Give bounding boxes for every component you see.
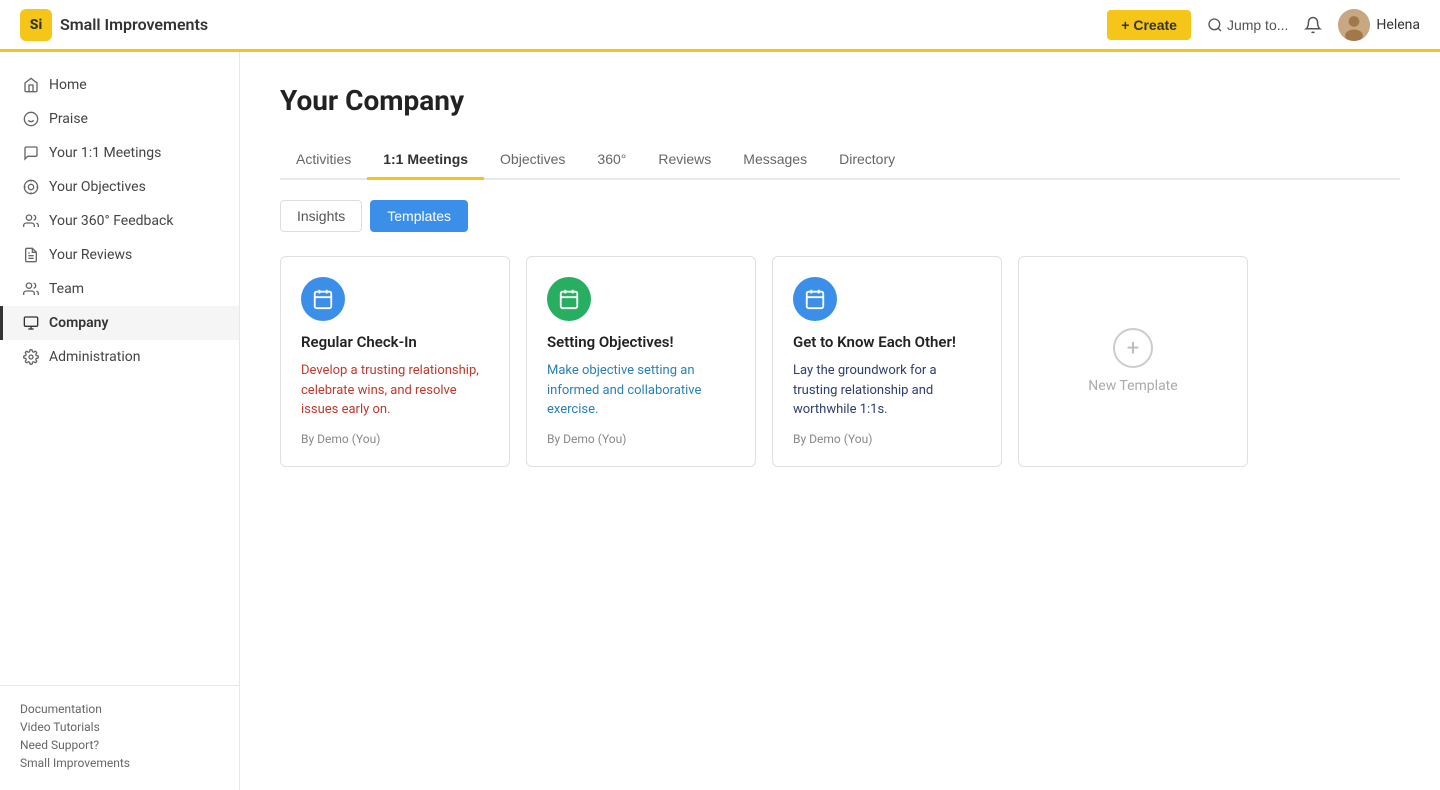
card-title: Regular Check-In: [301, 333, 489, 351]
objectives-icon: [23, 179, 39, 195]
si-footer-link[interactable]: Small Improvements: [20, 756, 219, 770]
top-navigation: Si Small Improvements + Create Jump to..…: [0, 0, 1440, 52]
card-icon: [301, 277, 345, 321]
app-name: Small Improvements: [60, 15, 208, 34]
sidebar-item-meetings[interactable]: Your 1:1 Meetings: [0, 136, 239, 170]
tab-meetings[interactable]: 1:1 Meetings: [367, 141, 484, 180]
card-title: Setting Objectives!: [547, 333, 735, 351]
topnav-right: + Create Jump to... Helena: [1107, 9, 1420, 41]
card-author: By Demo (You): [547, 432, 735, 446]
top-tabs: Activities 1:1 Meetings Objectives 360° …: [280, 141, 1400, 180]
user-name: Helena: [1376, 17, 1420, 33]
card-description: Lay the groundwork for a trusting relati…: [793, 361, 981, 420]
search-icon: [1207, 17, 1223, 33]
tab-360[interactable]: 360°: [581, 141, 642, 180]
bell-icon: [1304, 16, 1322, 34]
feedback-icon: [23, 213, 39, 229]
meetings-icon: [23, 145, 39, 161]
card-icon-wrap: [301, 277, 489, 321]
company-icon: [23, 315, 39, 331]
card-icon-wrap: [793, 277, 981, 321]
card-icon-wrap: [547, 277, 735, 321]
sidebar-item-home[interactable]: Home: [0, 68, 239, 102]
avatar: [1338, 9, 1370, 41]
video-link[interactable]: Video Tutorials: [20, 720, 219, 734]
subtab-templates[interactable]: Templates: [370, 200, 468, 232]
card-icon: [793, 277, 837, 321]
template-card-setting-objectives[interactable]: Setting Objectives! Make objective setti…: [526, 256, 756, 467]
support-link[interactable]: Need Support?: [20, 738, 219, 752]
main-layout: Home Praise Your 1:1 Meetings Your Objec…: [0, 52, 1440, 790]
card-author: By Demo (You): [793, 432, 981, 446]
sidebar-item-feedback[interactable]: Your 360° Feedback: [0, 204, 239, 238]
jump-to-button[interactable]: Jump to...: [1207, 17, 1288, 33]
sidebar: Home Praise Your 1:1 Meetings Your Objec…: [0, 52, 240, 790]
card-description: Make objective setting an informed and c…: [547, 361, 735, 420]
user-menu[interactable]: Helena: [1338, 9, 1420, 41]
card-title: Get to Know Each Other!: [793, 333, 981, 351]
sidebar-item-company[interactable]: Company: [0, 306, 239, 340]
template-card-regular-checkin[interactable]: Regular Check-In Develop a trusting rela…: [280, 256, 510, 467]
sidebar-nav: Home Praise Your 1:1 Meetings Your Objec…: [0, 52, 239, 390]
tab-directory[interactable]: Directory: [823, 141, 911, 180]
know-card-icon: [804, 288, 826, 310]
objectives-card-icon: [558, 288, 580, 310]
topnav-left: Si Small Improvements: [20, 9, 208, 41]
main-inner: Your Company Activities 1:1 Meetings Obj…: [240, 52, 1440, 790]
card-description: Develop a trusting relationship, celebra…: [301, 361, 489, 420]
tab-messages[interactable]: Messages: [727, 141, 823, 180]
subtab-insights[interactable]: Insights: [280, 200, 362, 232]
tab-reviews[interactable]: Reviews: [642, 141, 727, 180]
new-template-card[interactable]: + New Template: [1018, 256, 1248, 467]
reviews-icon: [23, 247, 39, 263]
sidebar-item-reviews[interactable]: Your Reviews: [0, 238, 239, 272]
praise-icon: [23, 111, 39, 127]
card-icon: [547, 277, 591, 321]
notifications-button[interactable]: [1304, 16, 1322, 34]
sidebar-footer: Documentation Video Tutorials Need Suppo…: [0, 685, 239, 790]
doc-link[interactable]: Documentation: [20, 702, 219, 716]
new-template-label: New Template: [1088, 378, 1177, 394]
sub-tabs: Insights Templates: [280, 200, 1400, 232]
tab-objectives[interactable]: Objectives: [484, 141, 581, 180]
new-template-plus-icon: +: [1113, 328, 1153, 368]
cards-grid: Regular Check-In Develop a trusting rela…: [280, 256, 1400, 467]
sidebar-item-team[interactable]: Team: [0, 272, 239, 306]
main-content: Your Company Activities 1:1 Meetings Obj…: [240, 52, 1440, 790]
home-icon: [23, 77, 39, 93]
card-author: By Demo (You): [301, 432, 489, 446]
logo-icon: Si: [20, 9, 52, 41]
sidebar-item-praise[interactable]: Praise: [0, 102, 239, 136]
sidebar-item-objectives[interactable]: Your Objectives: [0, 170, 239, 204]
team-icon: [23, 281, 39, 297]
template-card-get-to-know[interactable]: Get to Know Each Other! Lay the groundwo…: [772, 256, 1002, 467]
create-button[interactable]: + Create: [1107, 10, 1191, 40]
admin-icon: [23, 349, 39, 365]
tab-activities[interactable]: Activities: [280, 141, 367, 180]
calendar-icon: [312, 288, 334, 310]
sidebar-item-administration[interactable]: Administration: [0, 340, 239, 374]
page-title: Your Company: [280, 84, 1400, 117]
